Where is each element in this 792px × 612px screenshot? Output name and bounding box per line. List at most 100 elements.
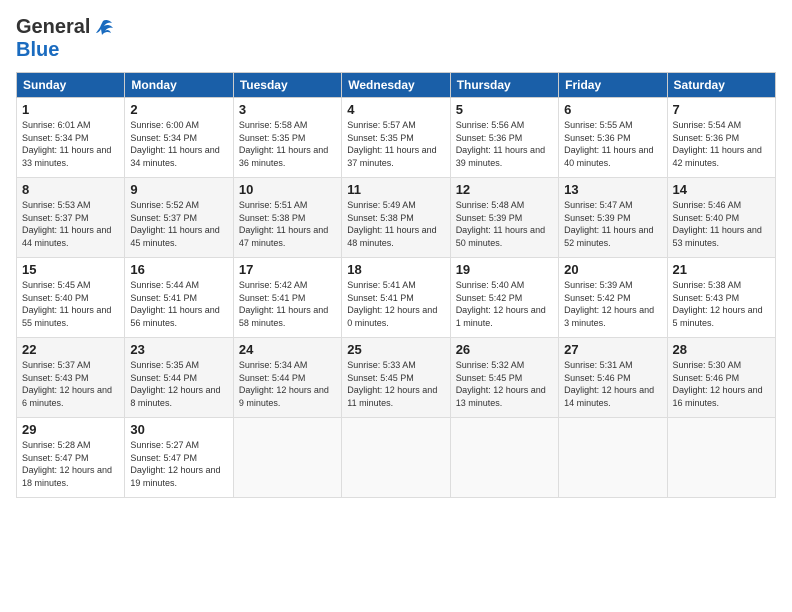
- day-info: Sunrise: 5:48 AMSunset: 5:39 PMDaylight:…: [456, 199, 553, 249]
- day-number: 29: [22, 422, 119, 437]
- day-info: Sunrise: 5:53 AMSunset: 5:37 PMDaylight:…: [22, 199, 119, 249]
- day-cell: [667, 418, 775, 498]
- day-cell: 7 Sunrise: 5:54 AMSunset: 5:36 PMDayligh…: [667, 98, 775, 178]
- day-cell: 30 Sunrise: 5:27 AMSunset: 5:47 PMDaylig…: [125, 418, 233, 498]
- col-header-wednesday: Wednesday: [342, 73, 450, 98]
- day-info: Sunrise: 5:33 AMSunset: 5:45 PMDaylight:…: [347, 359, 444, 409]
- day-number: 12: [456, 182, 553, 197]
- day-info: Sunrise: 5:40 AMSunset: 5:42 PMDaylight:…: [456, 279, 553, 329]
- logo-blue-text: Blue: [16, 39, 59, 61]
- day-cell: [233, 418, 341, 498]
- day-number: 20: [564, 262, 661, 277]
- day-cell: 16 Sunrise: 5:44 AMSunset: 5:41 PMDaylig…: [125, 258, 233, 338]
- day-info: Sunrise: 6:00 AMSunset: 5:34 PMDaylight:…: [130, 119, 227, 169]
- day-cell: 13 Sunrise: 5:47 AMSunset: 5:39 PMDaylig…: [559, 178, 667, 258]
- day-cell: 17 Sunrise: 5:42 AMSunset: 5:41 PMDaylig…: [233, 258, 341, 338]
- day-info: Sunrise: 5:27 AMSunset: 5:47 PMDaylight:…: [130, 439, 227, 489]
- day-number: 11: [347, 182, 444, 197]
- day-info: Sunrise: 5:28 AMSunset: 5:47 PMDaylight:…: [22, 439, 119, 489]
- day-number: 13: [564, 182, 661, 197]
- day-info: Sunrise: 5:30 AMSunset: 5:46 PMDaylight:…: [673, 359, 770, 409]
- logo-general-text: General: [16, 16, 90, 39]
- day-cell: 8 Sunrise: 5:53 AMSunset: 5:37 PMDayligh…: [17, 178, 125, 258]
- logo: General Blue: [16, 16, 114, 62]
- day-number: 1: [22, 102, 119, 117]
- day-cell: 24 Sunrise: 5:34 AMSunset: 5:44 PMDaylig…: [233, 338, 341, 418]
- day-cell: 10 Sunrise: 5:51 AMSunset: 5:38 PMDaylig…: [233, 178, 341, 258]
- day-number: 23: [130, 342, 227, 357]
- day-number: 22: [22, 342, 119, 357]
- col-header-tuesday: Tuesday: [233, 73, 341, 98]
- day-info: Sunrise: 5:54 AMSunset: 5:36 PMDaylight:…: [673, 119, 770, 169]
- day-cell: 22 Sunrise: 5:37 AMSunset: 5:43 PMDaylig…: [17, 338, 125, 418]
- day-number: 30: [130, 422, 227, 437]
- day-number: 5: [456, 102, 553, 117]
- day-info: Sunrise: 5:42 AMSunset: 5:41 PMDaylight:…: [239, 279, 336, 329]
- page-header: General Blue: [16, 16, 776, 62]
- day-cell: 19 Sunrise: 5:40 AMSunset: 5:42 PMDaylig…: [450, 258, 558, 338]
- day-number: 25: [347, 342, 444, 357]
- day-info: Sunrise: 5:56 AMSunset: 5:36 PMDaylight:…: [456, 119, 553, 169]
- day-info: Sunrise: 5:52 AMSunset: 5:37 PMDaylight:…: [130, 199, 227, 249]
- day-number: 21: [673, 262, 770, 277]
- day-number: 19: [456, 262, 553, 277]
- day-cell: 15 Sunrise: 5:45 AMSunset: 5:40 PMDaylig…: [17, 258, 125, 338]
- day-cell: 27 Sunrise: 5:31 AMSunset: 5:46 PMDaylig…: [559, 338, 667, 418]
- day-cell: 23 Sunrise: 5:35 AMSunset: 5:44 PMDaylig…: [125, 338, 233, 418]
- day-cell: 14 Sunrise: 5:46 AMSunset: 5:40 PMDaylig…: [667, 178, 775, 258]
- day-info: Sunrise: 6:01 AMSunset: 5:34 PMDaylight:…: [22, 119, 119, 169]
- day-cell: 21 Sunrise: 5:38 AMSunset: 5:43 PMDaylig…: [667, 258, 775, 338]
- day-cell: 3 Sunrise: 5:58 AMSunset: 5:35 PMDayligh…: [233, 98, 341, 178]
- day-number: 6: [564, 102, 661, 117]
- day-info: Sunrise: 5:55 AMSunset: 5:36 PMDaylight:…: [564, 119, 661, 169]
- col-header-thursday: Thursday: [450, 73, 558, 98]
- day-cell: 6 Sunrise: 5:55 AMSunset: 5:36 PMDayligh…: [559, 98, 667, 178]
- day-cell: 5 Sunrise: 5:56 AMSunset: 5:36 PMDayligh…: [450, 98, 558, 178]
- day-cell: 1 Sunrise: 6:01 AMSunset: 5:34 PMDayligh…: [17, 98, 125, 178]
- calendar-table: SundayMondayTuesdayWednesdayThursdayFrid…: [16, 72, 776, 498]
- day-info: Sunrise: 5:38 AMSunset: 5:43 PMDaylight:…: [673, 279, 770, 329]
- col-header-friday: Friday: [559, 73, 667, 98]
- week-row-3: 15 Sunrise: 5:45 AMSunset: 5:40 PMDaylig…: [17, 258, 776, 338]
- day-number: 3: [239, 102, 336, 117]
- day-number: 9: [130, 182, 227, 197]
- col-header-saturday: Saturday: [667, 73, 775, 98]
- day-info: Sunrise: 5:32 AMSunset: 5:45 PMDaylight:…: [456, 359, 553, 409]
- day-cell: 28 Sunrise: 5:30 AMSunset: 5:46 PMDaylig…: [667, 338, 775, 418]
- day-number: 15: [22, 262, 119, 277]
- day-number: 16: [130, 262, 227, 277]
- day-cell: 26 Sunrise: 5:32 AMSunset: 5:45 PMDaylig…: [450, 338, 558, 418]
- week-row-4: 22 Sunrise: 5:37 AMSunset: 5:43 PMDaylig…: [17, 338, 776, 418]
- day-number: 28: [673, 342, 770, 357]
- day-info: Sunrise: 5:39 AMSunset: 5:42 PMDaylight:…: [564, 279, 661, 329]
- day-cell: [342, 418, 450, 498]
- day-number: 26: [456, 342, 553, 357]
- day-number: 10: [239, 182, 336, 197]
- day-cell: 18 Sunrise: 5:41 AMSunset: 5:41 PMDaylig…: [342, 258, 450, 338]
- week-row-5: 29 Sunrise: 5:28 AMSunset: 5:47 PMDaylig…: [17, 418, 776, 498]
- day-info: Sunrise: 5:58 AMSunset: 5:35 PMDaylight:…: [239, 119, 336, 169]
- day-info: Sunrise: 5:35 AMSunset: 5:44 PMDaylight:…: [130, 359, 227, 409]
- day-info: Sunrise: 5:46 AMSunset: 5:40 PMDaylight:…: [673, 199, 770, 249]
- day-cell: 20 Sunrise: 5:39 AMSunset: 5:42 PMDaylig…: [559, 258, 667, 338]
- day-cell: 9 Sunrise: 5:52 AMSunset: 5:37 PMDayligh…: [125, 178, 233, 258]
- day-number: 24: [239, 342, 336, 357]
- day-info: Sunrise: 5:47 AMSunset: 5:39 PMDaylight:…: [564, 199, 661, 249]
- day-info: Sunrise: 5:41 AMSunset: 5:41 PMDaylight:…: [347, 279, 444, 329]
- day-number: 17: [239, 262, 336, 277]
- day-cell: 29 Sunrise: 5:28 AMSunset: 5:47 PMDaylig…: [17, 418, 125, 498]
- day-cell: 4 Sunrise: 5:57 AMSunset: 5:35 PMDayligh…: [342, 98, 450, 178]
- day-info: Sunrise: 5:37 AMSunset: 5:43 PMDaylight:…: [22, 359, 119, 409]
- week-row-1: 1 Sunrise: 6:01 AMSunset: 5:34 PMDayligh…: [17, 98, 776, 178]
- day-info: Sunrise: 5:49 AMSunset: 5:38 PMDaylight:…: [347, 199, 444, 249]
- day-number: 7: [673, 102, 770, 117]
- day-cell: 25 Sunrise: 5:33 AMSunset: 5:45 PMDaylig…: [342, 338, 450, 418]
- day-info: Sunrise: 5:34 AMSunset: 5:44 PMDaylight:…: [239, 359, 336, 409]
- day-number: 4: [347, 102, 444, 117]
- week-row-2: 8 Sunrise: 5:53 AMSunset: 5:37 PMDayligh…: [17, 178, 776, 258]
- day-info: Sunrise: 5:51 AMSunset: 5:38 PMDaylight:…: [239, 199, 336, 249]
- day-cell: [559, 418, 667, 498]
- day-info: Sunrise: 5:45 AMSunset: 5:40 PMDaylight:…: [22, 279, 119, 329]
- logo-bird-icon: [92, 17, 114, 39]
- col-header-sunday: Sunday: [17, 73, 125, 98]
